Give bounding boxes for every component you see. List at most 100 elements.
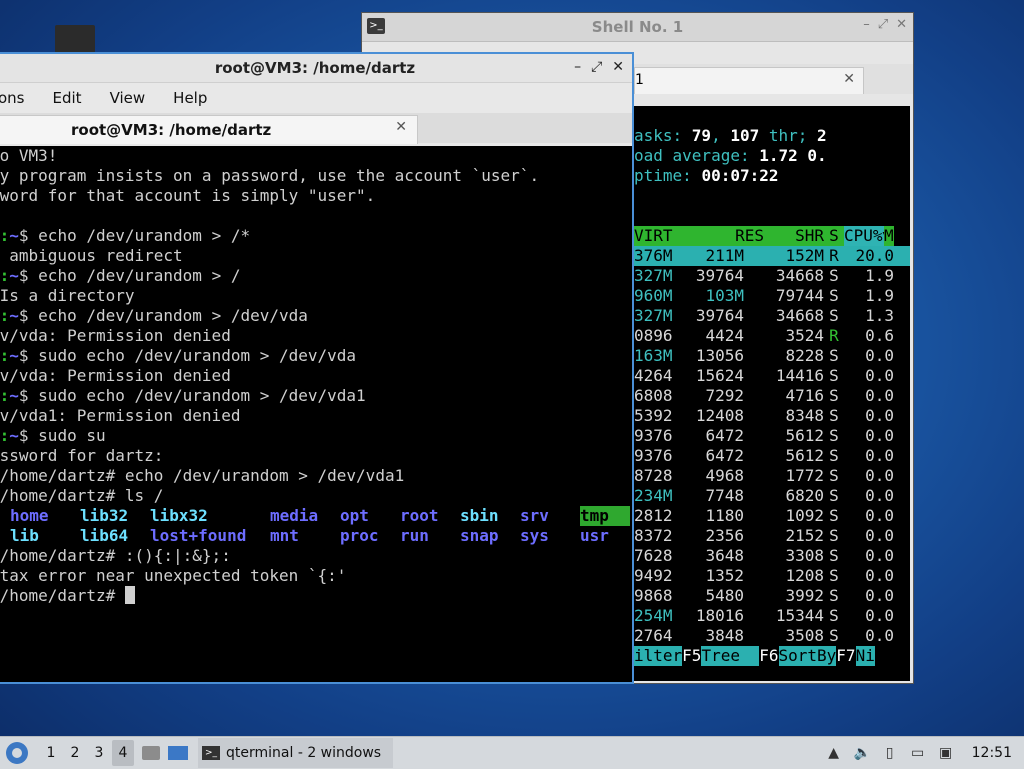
ls-output-row: clib lib64 lost+found mnt proc run snap sys usr <box>0 526 624 546</box>
terminal-line: to VM3! <box>0 146 58 165</box>
htop-process-row[interactable]: 9376 6472 5612 S 0.0 <box>634 446 910 466</box>
htop-process-row[interactable]: 376M 211M 152M R 20.0 <box>634 246 910 266</box>
load-average-line: oad average: 1.72 0. <box>634 146 827 165</box>
clock[interactable]: 12:51 <box>972 745 1012 761</box>
ls-output-row: vhome lib32 libx32 media opt root sbin srv tmp <box>0 506 630 526</box>
tasks-line: asks: 79, 107 thr; 2 <box>634 126 827 145</box>
close-tab-icon[interactable]: ✕ <box>395 119 407 135</box>
htop-process-row[interactable]: 9868 5480 3992 S 0.0 <box>634 586 910 606</box>
desktop-icon[interactable] <box>55 25 95 53</box>
close-icon[interactable]: ✕ <box>612 59 624 75</box>
tab-label: 1 <box>635 72 644 88</box>
ls-entry: root <box>400 506 439 525</box>
ls-entry: home <box>10 506 49 525</box>
terminal-icon: >_ <box>202 746 220 760</box>
workspace-3[interactable]: 3 <box>88 740 110 766</box>
clipboard-icon[interactable]: ▯ <box>882 745 898 761</box>
text-cursor <box>124 586 135 604</box>
terminal-line: 3:~$ echo /dev/urandom > /dev/vda <box>0 306 308 325</box>
htop-process-row[interactable]: 7628 3648 3308 S 0.0 <box>634 546 910 566</box>
ls-entry: v <box>0 506 10 526</box>
terminal-line: 3:~$ sudo su <box>0 426 106 445</box>
ls-entry: lib32 <box>80 506 129 525</box>
terminal-line: gy program insists on a password, use th… <box>0 166 540 185</box>
root-terminal-window: root@VM3: /home/dartz – ⤢ ✕ ons Edit Vie… <box>0 52 634 684</box>
maximize-icon[interactable]: ⤢ <box>591 59 602 75</box>
htop-column-header[interactable]: VIRT RES SHR S CPU%▽M <box>634 226 910 246</box>
ls-entry: c <box>0 526 10 546</box>
htop-process-row[interactable]: 327M 39764 34668 S 1.3 <box>634 306 910 326</box>
terminal-output[interactable]: to VM3!gy program insists on a password,… <box>0 146 632 682</box>
htop-process-row[interactable]: 254M 18016 15344 S 0.0 <box>634 606 910 626</box>
htop-process-row[interactable]: 2812 1180 1092 S 0.0 <box>634 506 910 526</box>
htop-process-row[interactable]: 8728 4968 1772 S 0.0 <box>634 466 910 486</box>
window-titlebar[interactable]: root@VM3: /home/dartz – ⤢ ✕ <box>0 54 632 83</box>
close-tab-icon[interactable]: ✕ <box>843 71 855 87</box>
htop-process-row[interactable]: 4264 15624 14416 S 0.0 <box>634 366 910 386</box>
ls-entry: tmp <box>580 506 630 526</box>
terminal-line: Is a directory <box>0 286 135 305</box>
htop-process-row[interactable]: 9492 1352 1208 S 0.0 <box>634 566 910 586</box>
terminal-line: :/home/dartz# :(){:|:&};: <box>0 546 231 565</box>
start-menu-icon[interactable] <box>6 742 28 764</box>
network-icon[interactable]: ▭ <box>910 745 926 761</box>
ls-entry: media <box>270 506 319 525</box>
terminal-line: : ambiguous redirect <box>0 246 183 265</box>
htop-function-bar[interactable]: ilterF5Tree F6SortByF7Ni <box>634 646 910 666</box>
volume-icon[interactable]: 🔈 <box>854 745 871 761</box>
htop-process-row[interactable]: 9376 6472 5612 S 0.0 <box>634 426 910 446</box>
workspace-1[interactable]: 1 <box>40 740 62 766</box>
menu-view[interactable]: View <box>110 89 146 107</box>
terminal-line: 3:~$ echo /dev/urandom > / <box>0 266 241 285</box>
minimize-icon[interactable]: – <box>863 17 870 32</box>
terminal-line: :/home/dartz# ls / <box>0 486 164 505</box>
tab-root-terminal[interactable]: root@VM3: /home/dartz ✕ <box>0 115 418 144</box>
show-desktop-icon[interactable] <box>168 746 188 760</box>
ls-entry: lost+found <box>150 526 247 545</box>
menu-help[interactable]: Help <box>173 89 207 107</box>
file-manager-icon[interactable] <box>142 746 160 760</box>
terminal-line: 3:~$ sudo echo /dev/urandom > /dev/vda1 <box>0 386 366 405</box>
ls-entry: proc <box>340 526 379 545</box>
ls-entry: lib64 <box>80 526 129 545</box>
htop-process-row[interactable]: 6808 7292 4716 S 0.0 <box>634 386 910 406</box>
tab-bar: root@VM3: /home/dartz ✕ <box>0 113 632 144</box>
updates-icon[interactable]: ▣ <box>938 745 954 761</box>
minimize-icon[interactable]: – <box>574 59 581 75</box>
htop-process-row[interactable]: 163M 13056 8228 S 0.0 <box>634 346 910 366</box>
htop-process-row[interactable]: 2764 3848 3508 S 0.0 <box>634 626 910 646</box>
tab-shell-1[interactable]: 1 ✕ <box>634 67 864 94</box>
terminal-line: 3:~$ echo /dev/urandom > /* <box>0 226 251 245</box>
workspace-2[interactable]: 2 <box>64 740 86 766</box>
ls-entry: run <box>400 526 429 545</box>
tab-label: root@VM3: /home/dartz <box>71 121 272 139</box>
workspace-4[interactable]: 4 <box>112 740 134 766</box>
htop-process-row[interactable]: 234M 7748 6820 S 0.0 <box>634 486 910 506</box>
htop-terminal[interactable]: asks: 79, 107 thr; 2 oad average: 1.72 0… <box>634 106 910 681</box>
terminal-line: assword for dartz: <box>0 446 164 465</box>
htop-process-row[interactable]: 0896 4424 3524 R 0.6 <box>634 326 910 346</box>
taskbar: 1 2 3 4 >_ qterminal - 2 windows ▲ 🔈 ▯ ▭… <box>0 736 1024 769</box>
uptime-line: ptime: 00:07:22 <box>634 166 779 185</box>
menu-edit[interactable]: Edit <box>53 89 82 107</box>
system-tray: ▲ 🔈 ▯ ▭ ▣ 12:51 <box>826 745 1024 761</box>
ls-entry: sbin <box>460 506 499 525</box>
terminal-line: ntax error near unexpected token `{:' <box>0 566 347 585</box>
htop-process-row[interactable]: 8372 2356 2152 S 0.0 <box>634 526 910 546</box>
close-icon[interactable]: ✕ <box>896 17 907 32</box>
eject-icon[interactable]: ▲ <box>826 745 842 761</box>
ls-entry: libx32 <box>150 506 208 525</box>
window-titlebar[interactable]: >_ Shell No. 1 – ⤢ ✕ <box>362 13 913 42</box>
ls-entry: srv <box>520 506 549 525</box>
htop-process-row[interactable]: 327M 39764 34668 S 1.9 <box>634 266 910 286</box>
taskbar-task-qterminal[interactable]: >_ qterminal - 2 windows <box>198 738 394 768</box>
htop-process-row[interactable]: 960M 103M 79744 S 1.9 <box>634 286 910 306</box>
menubar: ons Edit View Help <box>0 83 632 113</box>
window-title: Shell No. 1 <box>591 18 684 36</box>
maximize-icon[interactable]: ⤢ <box>878 17 888 32</box>
ls-entry: mnt <box>270 526 299 545</box>
terminal-line: :/home/dartz# echo /dev/urandom > /dev/v… <box>0 466 405 485</box>
menu-options[interactable]: ons <box>0 89 25 107</box>
htop-process-row[interactable]: 5392 12408 8348 S 0.0 <box>634 406 910 426</box>
